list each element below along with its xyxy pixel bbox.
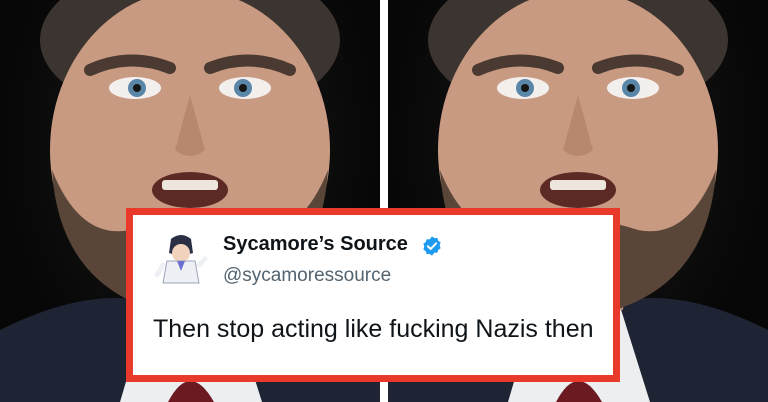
tweet-card[interactable]: Sycamore’s Source @sycamoressource Then … <box>126 208 620 382</box>
user-handle[interactable]: @sycamoressource <box>223 265 391 287</box>
tweet-text: Then stop acting like fucking Nazis then <box>153 315 594 343</box>
display-name[interactable]: Sycamore’s Source <box>223 233 408 256</box>
verified-badge-icon <box>423 236 441 256</box>
cartoon-avatar-icon[interactable] <box>153 231 209 287</box>
